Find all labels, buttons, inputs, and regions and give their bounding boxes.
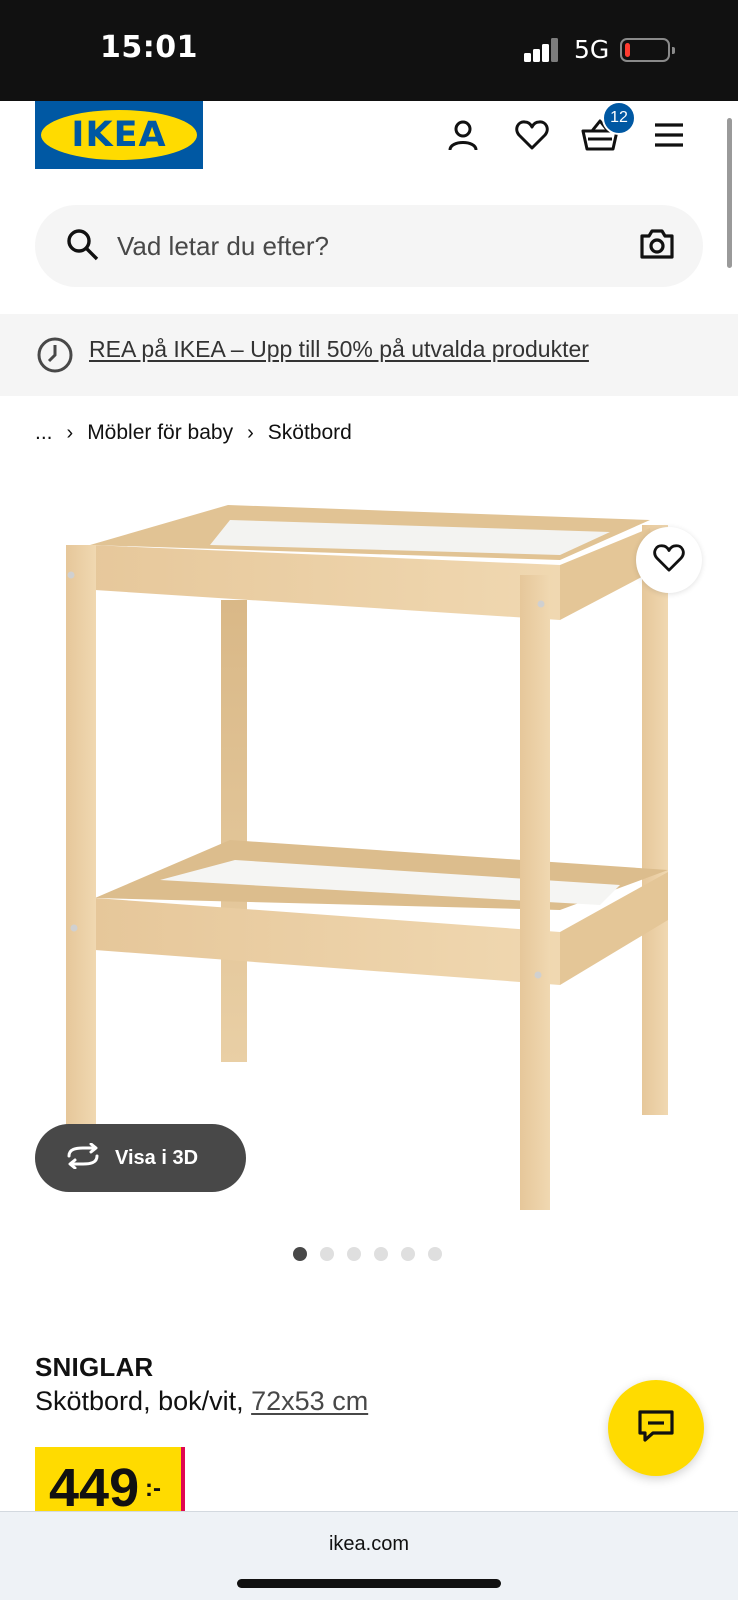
product-type: Skötbord, bok/vit, [35, 1386, 244, 1416]
search-bar[interactable] [35, 205, 703, 287]
carousel-dot[interactable] [401, 1247, 415, 1261]
price-value: 449 [49, 1458, 140, 1518]
rotate-3d-icon [65, 1142, 101, 1174]
heart-icon[interactable] [510, 113, 554, 157]
breadcrumb-item-changing-table[interactable]: Skötbord [268, 421, 352, 445]
add-to-favorites-button[interactable] [636, 527, 702, 593]
product-size-link[interactable]: 72x53 cm [251, 1386, 368, 1416]
network-type: 5G [574, 35, 610, 64]
breadcrumb-item-ellipsis[interactable]: ... [35, 421, 53, 445]
carousel-dot[interactable] [374, 1247, 388, 1261]
cart-count-badge: 12 [602, 101, 636, 135]
url-text[interactable]: ikea.com [0, 1533, 738, 1556]
battery-fill [625, 43, 630, 57]
status-bar: 15:01 5G [0, 0, 738, 101]
product-name: SNIGLAR [35, 1352, 154, 1382]
account-icon[interactable] [441, 113, 485, 157]
camera-icon[interactable] [639, 227, 675, 266]
menu-icon[interactable] [647, 113, 691, 157]
logo-text: IKEA [71, 115, 167, 155]
heart-icon [653, 543, 685, 578]
clock-icon [36, 336, 74, 379]
product-description: Skötbord, bok/vit, 72x53 cm [35, 1386, 368, 1417]
promo-link[interactable]: REA på IKEA – Upp till 50% på utvalda pr… [89, 336, 589, 363]
scrollbar-thumb[interactable] [727, 118, 732, 268]
home-indicator[interactable] [237, 1579, 501, 1588]
chat-button[interactable] [608, 1380, 704, 1476]
carousel-dot[interactable] [428, 1247, 442, 1261]
breadcrumb-item-baby-furniture[interactable]: Möbler för baby [87, 421, 233, 445]
price-tag: 449 :- [35, 1447, 181, 1518]
carousel-dot[interactable] [347, 1247, 361, 1261]
price-suffix: :- [145, 1475, 161, 1502]
status-time: 15:01 [100, 30, 198, 65]
chat-icon [637, 1408, 675, 1449]
search-icon[interactable] [65, 227, 101, 268]
search-input[interactable] [117, 205, 587, 287]
view-in-3d-button[interactable]: Visa i 3D [35, 1124, 246, 1192]
product-image[interactable] [0, 470, 738, 1230]
chevron-right-icon: › [66, 421, 74, 444]
changing-table-illustration [66, 505, 668, 1210]
ikea-logo[interactable]: IKEA [35, 101, 203, 169]
signal-icon [524, 38, 560, 62]
battery-icon [620, 38, 675, 62]
site-header: IKEA 12 [0, 101, 738, 191]
chevron-right-icon: › [247, 421, 254, 444]
view-in-3d-label: Visa i 3D [115, 1146, 199, 1169]
breadcrumb: ... › Möbler för baby › Skötbord [35, 418, 352, 448]
browser-address-bar[interactable]: ikea.com [0, 1511, 738, 1600]
promo-banner: REA på IKEA – Upp till 50% på utvalda pr… [0, 314, 738, 396]
carousel-dots [293, 1247, 442, 1261]
carousel-dot[interactable] [320, 1247, 334, 1261]
carousel-dot[interactable] [293, 1247, 307, 1261]
